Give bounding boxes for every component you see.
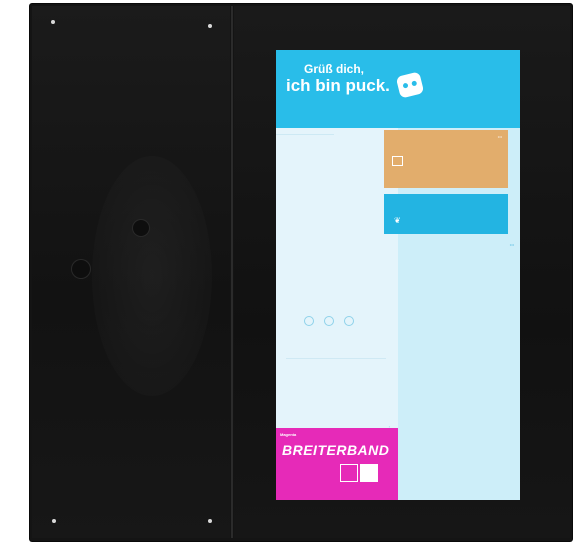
screw-icon <box>52 519 56 523</box>
pagination-dot[interactable] <box>304 316 314 326</box>
menu-icon[interactable]: ••• <box>510 242 514 247</box>
left-column: › <box>276 128 398 429</box>
pagination-dot[interactable] <box>324 316 334 326</box>
screw-icon <box>208 24 212 28</box>
orange-card[interactable]: ••• <box>384 130 508 188</box>
ad-price-badge <box>360 464 378 482</box>
divider <box>286 358 386 359</box>
left-tab[interactable] <box>276 134 334 146</box>
reflection <box>92 156 212 396</box>
knob-right <box>133 220 149 236</box>
leaf-icon: ❦ <box>394 216 401 225</box>
ad-badge <box>340 464 358 482</box>
mascot-eye <box>402 82 409 89</box>
pagination-dots <box>304 316 354 326</box>
knob-left <box>72 260 90 278</box>
screw-icon <box>208 519 212 523</box>
panel-seam <box>231 6 233 538</box>
menu-icon[interactable]: ••• <box>498 134 502 139</box>
ad-title: BREITERBAND <box>282 442 390 458</box>
mascot-icon[interactable] <box>395 71 425 99</box>
greeting-line2: ich bin puck. <box>286 76 390 95</box>
greeting-line1: Grüß dich, <box>304 62 364 76</box>
blue-card[interactable]: ❦ <box>384 194 508 234</box>
touch-screen: Grüß dich, ich bin puck. › ••• ••• ❦ Mag… <box>276 50 520 500</box>
checkbox-icon <box>392 156 403 166</box>
pagination-dot[interactable] <box>344 316 354 326</box>
greeting-header: Grüß dich, ich bin puck. <box>276 50 520 128</box>
screw-icon <box>51 20 55 24</box>
ad-banner[interactable]: Magenta BREITERBAND <box>276 428 398 500</box>
panel-left <box>32 6 230 538</box>
mascot-eye <box>411 80 418 87</box>
ad-brand: Magenta <box>280 432 297 437</box>
